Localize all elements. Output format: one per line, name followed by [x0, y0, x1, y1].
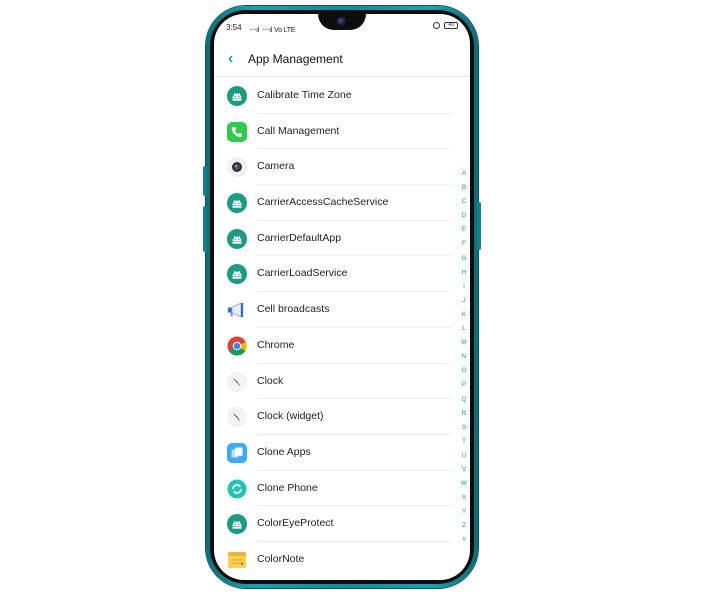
alarm-icon — [433, 22, 440, 29]
index-letter[interactable]: P — [460, 381, 468, 395]
index-letter[interactable]: R — [460, 410, 468, 424]
index-letter[interactable]: Z — [460, 522, 468, 536]
app-label: Clone Apps — [257, 445, 311, 458]
index-letter[interactable]: Y — [460, 508, 468, 522]
clock-icon — [227, 371, 247, 392]
app-label: ColorNote — [257, 552, 305, 565]
app-label: CarrierDefaultApp — [257, 231, 342, 244]
app-list: Calibrate Time Zone Call Management Camera… — [214, 78, 470, 578]
app-label: Camera — [257, 160, 295, 173]
battery-level: 40 — [448, 22, 454, 28]
app-list-item[interactable]: Clone Apps — [214, 435, 470, 471]
volume-up-button — [203, 166, 207, 196]
index-letter[interactable]: J — [460, 297, 468, 311]
chrome-icon — [227, 336, 247, 356]
index-letter[interactable]: N — [460, 353, 468, 367]
android-icon — [227, 514, 247, 535]
colornote-icon — [227, 550, 247, 570]
index-letter[interactable]: O — [460, 367, 468, 381]
clone-phone-icon — [227, 479, 247, 499]
app-label: Clone Phone — [257, 481, 318, 494]
app-label: Chrome — [257, 338, 295, 351]
index-letter[interactable]: B — [460, 184, 468, 198]
index-letter[interactable]: T — [460, 438, 468, 452]
index-letter[interactable]: F — [460, 240, 468, 254]
power-button — [477, 202, 481, 250]
index-letter[interactable]: H — [460, 269, 468, 283]
screen: 3:54 ᠁ıl ᠁ıl Vo LTE 40 ‹ App Management … — [214, 14, 470, 580]
phone-icon — [227, 121, 247, 142]
app-label: Calibrate Time Zone — [257, 89, 352, 101]
index-letter[interactable]: M — [460, 339, 468, 353]
index-letter[interactable]: L — [460, 325, 468, 339]
app-list-item[interactable]: Clone Phone — [214, 471, 470, 507]
app-list-item[interactable]: ColorEyeProtect — [214, 506, 470, 542]
android-icon — [227, 86, 247, 106]
index-letter[interactable]: # — [460, 536, 468, 550]
clock-icon — [227, 407, 247, 427]
app-list-item[interactable]: Clock (widget) — [214, 399, 470, 435]
app-list-item[interactable]: Cell broadcasts — [214, 292, 470, 328]
index-letter[interactable]: D — [460, 212, 468, 226]
index-letter[interactable]: G — [460, 255, 468, 269]
index-letter[interactable]: V — [460, 466, 468, 480]
clone-apps-icon — [227, 442, 247, 463]
status-bar: 3:54 ᠁ıl ᠁ıl Vo LTE 40 — [214, 14, 470, 36]
header-divider — [214, 76, 470, 77]
camera-icon — [227, 157, 247, 178]
app-label: ColorEyeProtect — [257, 517, 334, 530]
app-list-item[interactable]: CarrierAccessCacheService — [214, 185, 470, 221]
page-title: App Management — [248, 52, 343, 66]
app-label: Cell broadcasts — [257, 303, 330, 316]
battery-icon: 40 — [444, 22, 458, 29]
app-list-item[interactable]: Calibrate Time Zone — [214, 78, 470, 114]
app-list-item[interactable]: Camera — [214, 149, 470, 186]
index-letter[interactable]: W — [460, 480, 468, 494]
app-list-item[interactable]: Call Management — [214, 114, 470, 150]
index-letter[interactable]: A — [460, 170, 468, 184]
app-label: Clock — [257, 374, 284, 387]
index-letter[interactable]: I — [460, 283, 468, 297]
app-list-item[interactable]: ColorNote — [214, 542, 470, 578]
index-letter[interactable]: K — [460, 311, 468, 325]
app-label: Clock (widget) — [257, 410, 324, 423]
index-letter[interactable]: S — [460, 424, 468, 438]
app-label: Call Management — [257, 124, 340, 137]
alphabet-index[interactable]: A B C D E F G H I J K L M N O P Q R S T U V W X Y Z # — [460, 170, 468, 551]
app-list-item[interactable]: Chrome — [214, 328, 470, 364]
app-list-item[interactable]: CarrierDefaultApp — [214, 221, 470, 257]
phone-frame: 3:54 ᠁ıl ᠁ıl Vo LTE 40 ‹ App Management … — [203, 6, 481, 588]
status-time: 3:54 — [226, 23, 242, 32]
android-icon — [227, 264, 247, 285]
megaphone-icon — [227, 300, 247, 320]
index-letter[interactable]: X — [460, 494, 468, 508]
android-icon — [227, 193, 247, 214]
index-letter[interactable]: C — [460, 198, 468, 212]
index-letter[interactable]: U — [460, 452, 468, 466]
signal-indicator: ᠁ıl ᠁ıl Vo LTE — [248, 27, 296, 34]
index-letter[interactable]: Q — [460, 396, 468, 410]
volume-down-button — [203, 206, 207, 252]
app-list-item[interactable]: Clock — [214, 364, 470, 400]
app-bar: ‹ App Management — [214, 44, 470, 74]
chevron-left-icon[interactable]: ‹ — [228, 50, 233, 68]
android-icon — [227, 228, 247, 249]
app-list-item[interactable]: CarrierLoadService — [214, 256, 470, 293]
app-label: CarrierAccessCacheService — [257, 196, 389, 209]
app-label: CarrierLoadService — [257, 267, 348, 280]
index-letter[interactable]: E — [460, 226, 468, 240]
